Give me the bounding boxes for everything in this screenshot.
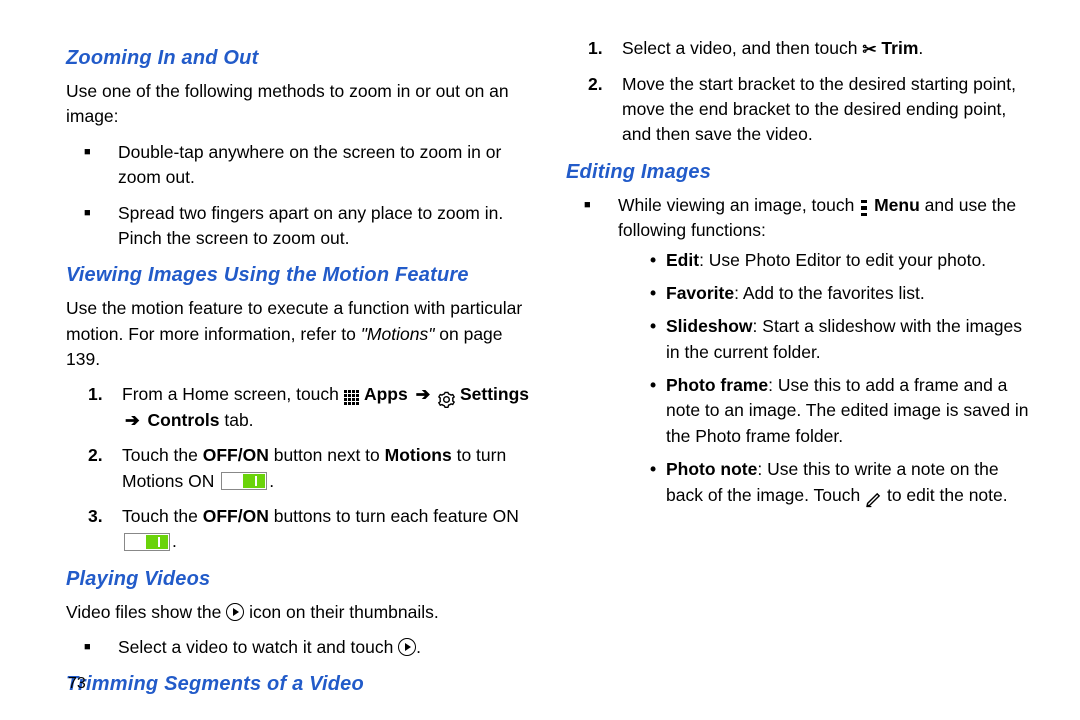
step3-b: buttons to turn each feature ON	[269, 506, 519, 526]
edit-b1-a: While viewing an image, touch	[618, 195, 859, 215]
apps-label: Apps	[360, 384, 413, 404]
fn-slideshow: Slideshow: Start a slideshow with the im…	[666, 314, 1030, 365]
offon-label: OFF/ON	[203, 445, 269, 465]
step2-b: button next to	[269, 445, 385, 465]
arrow-icon: ➔	[413, 384, 434, 404]
motion-intro: Use the motion feature to execute a func…	[66, 296, 530, 372]
pencil-icon	[865, 490, 882, 507]
controls-label: Controls	[143, 410, 220, 430]
trim-label: Trim	[877, 38, 919, 58]
heading-editing-images: Editing Images	[566, 158, 1030, 187]
fn-fav-k: Favorite	[666, 283, 734, 303]
play-b1-b: .	[416, 637, 421, 657]
step3-a: Touch the	[122, 506, 203, 526]
zoom-bullet-1: Double-tap anywhere on the screen to zoo…	[112, 140, 530, 191]
heading-playing-videos: Playing Videos	[66, 565, 530, 594]
fn-note-v2: to edit the note.	[882, 485, 1008, 505]
trim1-a: Select a video, and then touch	[622, 38, 862, 58]
heading-trimming: Trimming Segments of a Video	[66, 670, 530, 699]
fn-fav-v: : Add to the favorites list.	[734, 283, 925, 303]
step1-a: From a Home screen, touch	[122, 384, 344, 404]
play-circle-icon	[226, 603, 244, 621]
menu-icon	[861, 200, 867, 217]
step2-d: .	[269, 471, 274, 491]
offon-label-2: OFF/ON	[203, 506, 269, 526]
fn-edit-k: Edit	[666, 250, 699, 270]
motion-step-2: Touch the OFF/ON button next to Motions …	[122, 443, 530, 494]
play-bullet-1: Select a video to watch it and touch .	[112, 635, 530, 660]
play-intro-b: icon on their thumbnails.	[244, 602, 439, 622]
fn-edit-v: : Use Photo Editor to edit your photo.	[699, 250, 986, 270]
motions-label: Motions	[385, 445, 452, 465]
arrow-icon-2: ➔	[122, 410, 143, 430]
heading-motion: Viewing Images Using the Motion Feature	[66, 261, 530, 290]
fn-note-k: Photo note	[666, 459, 757, 479]
trim-step-1: Select a video, and then touch ✂ Trim.	[622, 36, 1030, 62]
toggle-on-icon-2	[124, 533, 170, 551]
fn-slide-k: Slideshow	[666, 316, 753, 336]
motion-step-3: Touch the OFF/ON buttons to turn each fe…	[122, 504, 530, 555]
edit-bullet-1: While viewing an image, touch Menu and u…	[612, 193, 1030, 508]
menu-label: Menu	[869, 195, 920, 215]
motion-ref: "Motions"	[361, 324, 435, 344]
play-intro-a: Video files show the	[66, 602, 226, 622]
heading-zooming: Zooming In and Out	[66, 44, 530, 73]
trim1-b: .	[918, 38, 923, 58]
step2-a: Touch the	[122, 445, 203, 465]
toggle-on-icon	[221, 472, 267, 490]
fn-photo-frame: Photo frame: Use this to add a frame and…	[666, 373, 1030, 449]
fn-edit: Edit: Use Photo Editor to edit your phot…	[666, 248, 1030, 273]
motion-step-1: From a Home screen, touch Apps ➔ Setting…	[122, 382, 530, 433]
settings-label: Settings	[455, 384, 529, 404]
gear-icon	[438, 390, 455, 407]
step3-c: .	[172, 531, 177, 551]
tab-label: tab.	[219, 410, 253, 430]
fn-photo-note: Photo note: Use this to write a note on …	[666, 457, 1030, 508]
zoom-intro: Use one of the following methods to zoom…	[66, 79, 530, 130]
play-b1-a: Select a video to watch it and touch	[118, 637, 398, 657]
apps-grid-icon	[344, 390, 360, 406]
zoom-bullet-2: Spread two fingers apart on any place to…	[112, 201, 530, 252]
scissors-icon: ✂	[862, 38, 876, 63]
fn-frame-k: Photo frame	[666, 375, 768, 395]
play-circle-icon-2	[398, 638, 416, 656]
page-number: 73	[68, 672, 86, 695]
trim-step-2: Move the start bracket to the desired st…	[622, 72, 1030, 148]
play-intro: Video files show the icon on their thumb…	[66, 600, 530, 625]
fn-favorite: Favorite: Add to the favorites list.	[666, 281, 1030, 306]
